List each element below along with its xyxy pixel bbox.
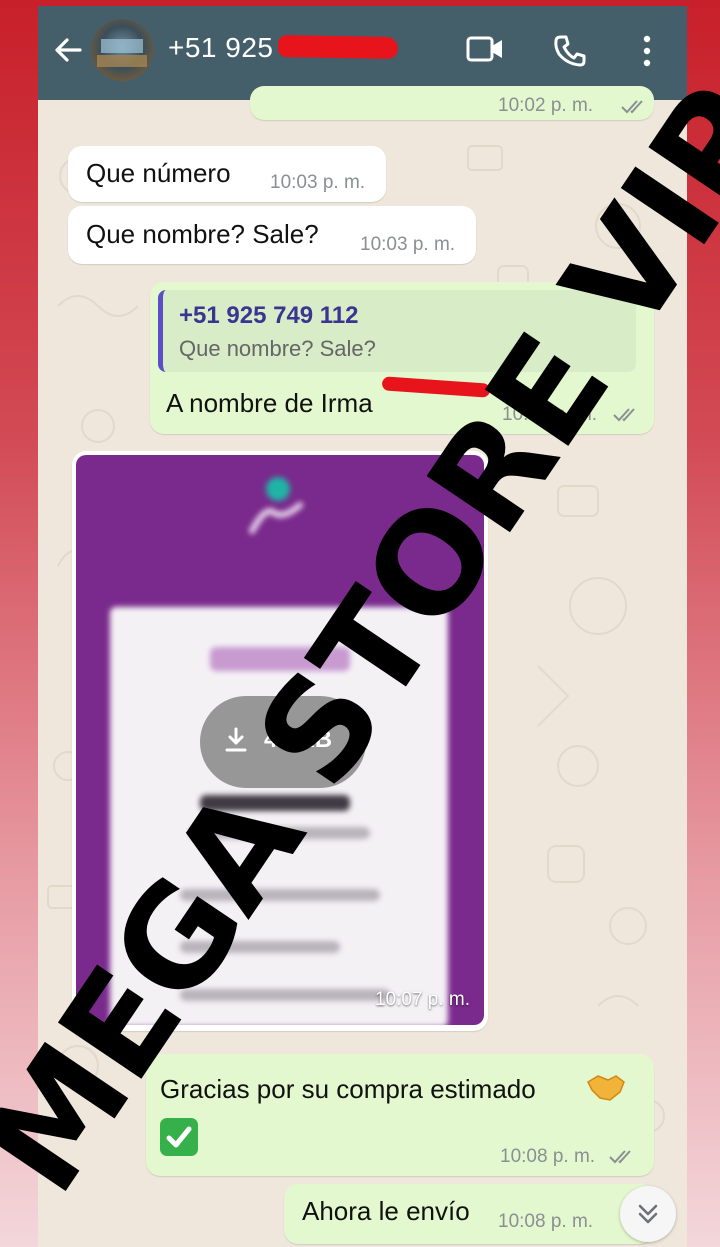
- videocam-icon[interactable]: [466, 34, 504, 64]
- message-time: 10:03 p. m.: [270, 172, 366, 193]
- scroll-to-bottom-button[interactable]: [620, 1186, 676, 1242]
- yape-logo-icon: [249, 477, 303, 534]
- message-text: Ahora le envío: [302, 1196, 470, 1226]
- double-check-icon: [609, 1150, 631, 1164]
- handshake-emoji: [587, 1075, 625, 1101]
- message-time: 10:08 p. m.: [500, 1146, 596, 1167]
- message-bubble-incoming[interactable]: Que número 10:03 p. m.: [68, 146, 386, 202]
- message-bubble-outgoing[interactable]: Gracias por su compra estimado 10:08 p. …: [146, 1054, 654, 1176]
- more-vert-icon[interactable]: [638, 34, 656, 68]
- message-bubble-outgoing[interactable]: Ahora le envío 10:08 p. m.: [284, 1184, 654, 1244]
- quoted-text: Que nombre? Sale?: [179, 336, 376, 361]
- message-text: Gracias por su compra estimado: [160, 1074, 536, 1104]
- contact-avatar[interactable]: [91, 19, 153, 81]
- chevron-double-down-icon: [638, 1204, 658, 1224]
- message-text: Que nombre? Sale?: [86, 219, 319, 249]
- check-mark-button-emoji: [160, 1118, 198, 1156]
- message-bubble-outgoing[interactable]: 10:02 p. m.: [250, 86, 654, 120]
- arrow-back-icon[interactable]: [52, 34, 84, 66]
- message-text: A nombre de Irma: [166, 388, 373, 418]
- quoted-sender: +51 925 749 112: [179, 302, 359, 329]
- message-text: Que número: [86, 158, 231, 188]
- message-time: 10:02 p. m.: [498, 95, 594, 116]
- message-time: 10:07 p. m.: [374, 989, 470, 1010]
- phone-icon[interactable]: [553, 34, 587, 68]
- message-bubble-incoming[interactable]: Que nombre? Sale? 10:03 p. m.: [68, 206, 476, 264]
- message-time: 10:08 p. m.: [498, 1211, 594, 1232]
- message-time: 10:03 p. m.: [360, 234, 456, 255]
- redaction-mark: [277, 34, 399, 60]
